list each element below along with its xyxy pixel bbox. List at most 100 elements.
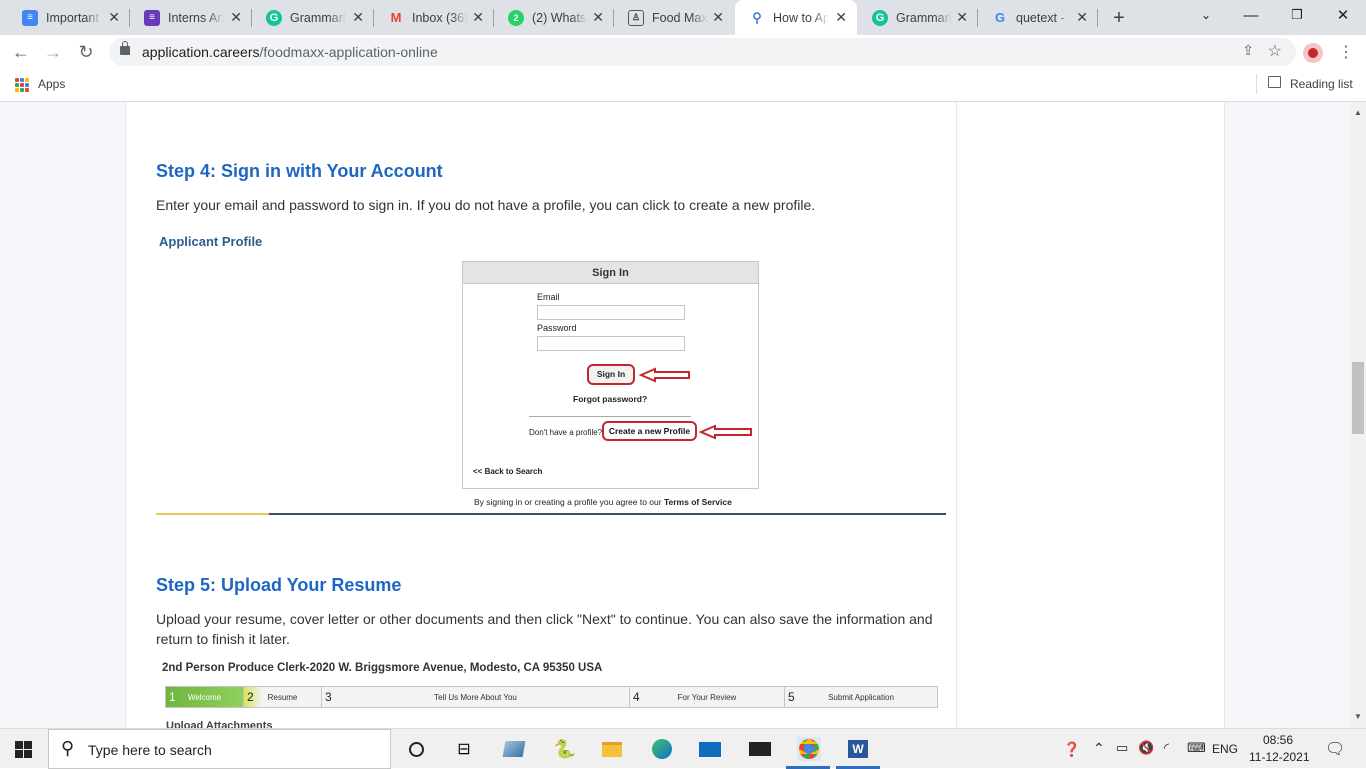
window-close-button[interactable]: ✕ [1320,0,1366,30]
windows-start-icon[interactable] [15,741,32,758]
forms-icon: ≡ [144,9,160,26]
arrow-left-icon [699,424,752,440]
share-icon[interactable]: ⇪ [1242,42,1254,59]
whatsapp-icon: 2 [508,9,524,26]
step-for-review: 4 For Your Review [630,687,785,707]
applicant-profile-heading: Applicant Profile [159,234,263,249]
tab-grammarly[interactable]: G Grammarly ✕ [252,0,374,35]
step5-heading: Step 5: Upload Your Resume [156,575,402,595]
bookmarks-divider [1256,74,1257,94]
mysql-icon[interactable] [748,737,772,761]
terms-text: By signing in or creating a profile you … [474,497,732,507]
word-icon[interactable]: W [846,737,870,761]
mail-icon[interactable] [698,737,722,761]
clock-time[interactable]: 08:56 [1263,733,1293,747]
browser-toolbar: ← → ↻ application.careers/foodmaxx-appli… [0,35,1366,69]
close-tab-icon[interactable]: ✕ [108,10,120,24]
clock-date[interactable]: 11-12-2021 [1249,750,1310,764]
photos-app-icon[interactable] [502,737,526,761]
scrollbar-thumb[interactable] [1352,362,1364,434]
reload-button[interactable]: ↻ [74,40,98,64]
no-profile-text: Don't have a profile? [529,428,603,437]
job-title: 2nd Person Produce Clerk-2020 W. Briggsm… [162,662,603,674]
email-field [537,305,685,320]
step-resume: 2 Resume [244,687,322,707]
notifications-icon[interactable]: 🗨 [1325,739,1345,759]
profile-avatar[interactable] [1303,43,1323,63]
reading-list-button[interactable]: Reading list [1290,77,1353,91]
password-label: Password [537,323,577,333]
close-tab-icon[interactable]: ✕ [1076,10,1088,24]
arrow-left-icon [639,367,690,383]
close-tab-icon[interactable]: ✕ [956,10,968,24]
tab-grammarly-2[interactable]: G Grammarly ✕ [858,0,978,35]
keyboard-icon[interactable]: ⌨ [1187,740,1206,756]
close-tab-icon[interactable]: ✕ [592,10,604,24]
tab-strip: ≡ Important ✕ ≡ Interns Art ✕ G Grammarl… [0,0,1366,35]
search-icon: ⚲ [61,738,75,758]
bookmark-star-icon[interactable]: ☆ [1268,41,1282,61]
back-button[interactable]: ← [9,40,33,64]
task-view-icon[interactable]: ⊟ [452,737,476,761]
taskbar-search[interactable]: ⚲ Type here to search [48,729,391,769]
forward-button[interactable]: → [41,40,65,64]
page-viewport: Step 4: Sign in with Your Account Enter … [0,102,1350,728]
lock-icon [120,41,130,55]
menu-kebab-icon[interactable]: ⋮ [1334,40,1358,64]
close-tab-icon[interactable]: ✕ [835,10,847,24]
tab-quetext[interactable]: G quetext - ✕ [978,0,1098,35]
python-icon[interactable]: 🐍 [553,737,577,761]
tab-important[interactable]: ≡ Important ✕ [8,0,130,35]
grammarly-icon: G [266,9,282,26]
close-tab-icon[interactable]: ✕ [352,10,364,24]
page-scrollbar[interactable]: ▲ ▼ [1350,102,1366,728]
tab-gmail[interactable]: M Inbox (36) ✕ [374,0,494,35]
tab-search-chevron-icon[interactable]: ⌄ [1192,0,1220,30]
language-indicator[interactable]: ENG [1212,742,1238,756]
tray-chevron-up-icon[interactable]: ⌃ [1093,740,1105,757]
forgot-password-link: Forgot password? [573,394,648,404]
close-tab-icon[interactable]: ✕ [230,10,242,24]
step4-text: Enter your email and password to sign in… [156,197,816,213]
panel-divider [529,416,691,417]
battery-icon[interactable]: ▭ [1116,740,1128,756]
windows-taskbar: ⚲ Type here to search ⊟ 🐍 W ❓ ⌃ ▭ 🔇 ◜ ⌨ … [0,728,1366,769]
cortana-icon[interactable] [404,737,428,761]
chrome-icon[interactable] [797,737,821,761]
upload-attachments-heading: Upload Attachments [166,720,273,728]
step5-text: Upload your resume, cover letter or othe… [156,611,933,647]
url-text: application.careers/foodmaxx-application… [142,44,438,60]
gmail-icon: M [390,10,402,25]
edge-icon[interactable] [650,737,674,761]
close-tab-icon[interactable]: ✕ [712,10,724,24]
section-divider [156,513,946,515]
address-bar[interactable]: application.careers/foodmaxx-application… [109,38,1296,66]
restore-button[interactable]: ❐ [1274,0,1320,30]
wifi-icon[interactable]: ◜ [1164,740,1169,756]
tab-whatsapp[interactable]: 2 (2) WhatsA ✕ [494,0,614,35]
close-tab-icon[interactable]: ✕ [472,10,484,24]
file-explorer-icon[interactable] [600,737,624,761]
signin-panel-title: Sign In [463,262,758,284]
help-icon[interactable]: ❓ [1060,737,1084,761]
signin-button: Sign In [587,364,635,385]
scroll-down-icon[interactable]: ▼ [1354,712,1362,721]
reading-list-icon [1268,76,1281,88]
minimize-button[interactable]: — [1228,0,1274,30]
signin-panel-image: Sign In Email Password Sign In Forgot pa… [462,261,759,489]
tab-how-to-apply[interactable]: ⚲ How to Ap ✕ [735,0,857,35]
application-steps-bar: 1 Welcome 2 Resume 3 Tell Us More About … [165,686,938,708]
email-label: Email [537,292,560,302]
new-tab-button[interactable]: + [1106,3,1132,33]
speaker-muted-icon[interactable]: 🔇 [1138,740,1154,756]
scroll-up-icon[interactable]: ▲ [1354,108,1362,117]
sidebar-column [957,102,1225,728]
avatar-icon [1308,48,1318,58]
tab-interns[interactable]: ≡ Interns Art ✕ [130,0,252,35]
apps-bookmark[interactable]: Apps [38,77,65,91]
step-welcome: 1 Welcome [166,687,244,707]
careers-icon: ⚲ [752,9,762,25]
step4-heading: Step 4: Sign in with Your Account [156,161,443,181]
tab-foodmaxx[interactable]: ♙ Food Maxx ✕ [614,0,734,35]
google-icon: G [994,10,1006,25]
